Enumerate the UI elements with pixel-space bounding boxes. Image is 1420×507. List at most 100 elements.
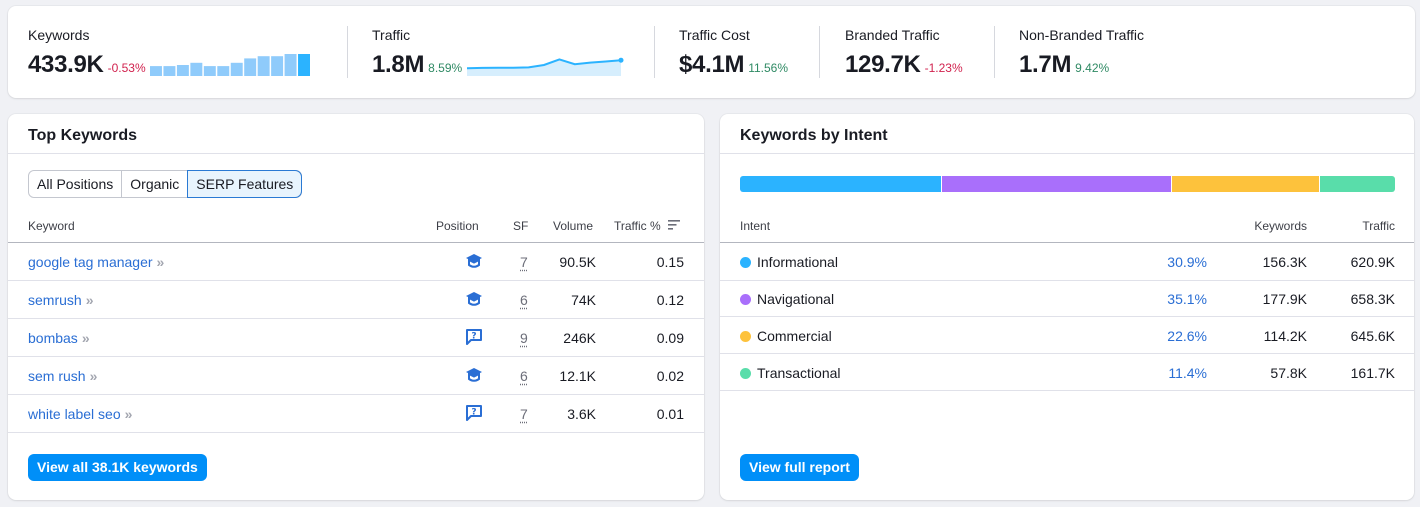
graduation-cap-icon[interactable] <box>465 252 483 270</box>
metric-value: 433.9K <box>28 51 104 78</box>
keyword-link[interactable]: sem rush <box>28 368 86 384</box>
question-bubble-icon[interactable]: ? <box>465 404 483 422</box>
column-header-traffic[interactable]: Traffic % <box>614 218 681 234</box>
tab-serp-features[interactable]: SERP Features <box>187 170 303 198</box>
sparkbar <box>297 54 310 76</box>
top-keywords-panel: Top Keywords All Positions Organic SERP … <box>8 114 704 500</box>
metric-branded-traffic[interactable]: Branded Traffic 129.7K -1.23% <box>845 26 963 84</box>
keyword-link[interactable]: semrush <box>28 292 82 308</box>
metric-divider <box>994 26 995 78</box>
graduation-cap-icon[interactable] <box>465 290 483 308</box>
svg-text:?: ? <box>471 408 476 418</box>
keyword-link[interactable]: white label seo <box>28 406 121 422</box>
column-header-keywords[interactable]: Keywords <box>1254 218 1307 234</box>
intent-share-link[interactable]: 35.1% <box>1167 290 1207 308</box>
sparkbar <box>216 66 229 76</box>
sparkbar <box>149 66 162 76</box>
column-header-volume[interactable]: Volume <box>553 218 593 234</box>
column-header-keyword[interactable]: Keyword <box>28 218 75 234</box>
metric-label: Keywords <box>28 27 90 43</box>
double-chevron-right-icon[interactable]: » <box>86 292 94 308</box>
sort-descending-icon[interactable] <box>667 219 681 231</box>
table-row: Transactional 11.4% 57.8K 161.7K <box>720 354 1414 391</box>
keywords-sparkbar-chart <box>149 54 310 76</box>
metric-divider <box>819 26 820 78</box>
serp-features-count[interactable]: 7 <box>520 406 528 422</box>
traffic-percent-value: 0.09 <box>656 330 684 346</box>
divider <box>8 153 704 154</box>
intent-traffic-value: 658.3K <box>1350 291 1395 307</box>
table-row: google tag manager» 7 90.5K 0.15 <box>8 243 704 281</box>
question-bubble-icon[interactable]: ? <box>465 328 483 346</box>
column-header-traffic-label: Traffic % <box>614 219 661 233</box>
traffic-percent-value: 0.15 <box>656 254 684 270</box>
position-filter-tabs: All Positions Organic SERP Features <box>28 170 303 198</box>
serp-features-count[interactable]: 9 <box>520 330 528 346</box>
traffic-percent-value: 0.12 <box>656 292 684 308</box>
sparkline-end-point <box>618 57 624 63</box>
graduation-cap-icon[interactable] <box>465 366 483 384</box>
serp-features-count[interactable]: 6 <box>520 368 528 384</box>
metric-label: Traffic <box>372 27 411 43</box>
intent-share-link[interactable]: 22.6% <box>1167 327 1207 345</box>
metric-delta: 9.42% <box>1075 61 1110 75</box>
table-row: sem rush» 6 12.1K 0.02 <box>8 357 704 395</box>
metric-keywords[interactable]: Keywords 433.9K -0.53% <box>28 26 310 84</box>
volume-value: 74K <box>571 292 596 308</box>
intent-segment-transactional[interactable] <box>1320 176 1395 192</box>
intent-distribution-bar <box>740 176 1395 192</box>
sparkbar <box>190 62 202 76</box>
volume-value: 12.1K <box>559 368 596 384</box>
metric-value: $4.1M <box>679 51 745 78</box>
view-all-keywords-button[interactable]: View all 38.1K keywords <box>28 454 207 481</box>
transactional-dot-icon <box>740 368 751 379</box>
serp-features-count[interactable]: 6 <box>520 292 528 308</box>
intent-keywords-value: 57.8K <box>1270 365 1307 381</box>
intent-share-link[interactable]: 30.9% <box>1167 253 1207 271</box>
sparkbar <box>243 58 256 76</box>
metric-value: 1.7M <box>1019 51 1072 78</box>
column-header-position[interactable]: Position <box>436 218 479 234</box>
table-row: Commercial 22.6% 114.2K 645.6K <box>720 317 1414 354</box>
volume-value: 90.5K <box>559 254 596 270</box>
double-chevron-right-icon[interactable]: » <box>82 330 90 346</box>
informational-dot-icon <box>740 257 751 268</box>
metric-delta: -0.53% <box>107 61 146 75</box>
keyword-link[interactable]: bombas <box>28 330 78 346</box>
sparkbar <box>230 62 243 76</box>
traffic-sparkline-chart <box>467 57 624 76</box>
sparkbar <box>163 66 176 76</box>
metric-value: 129.7K <box>845 51 921 78</box>
intent-keywords-value: 114.2K <box>1263 328 1307 344</box>
sparkbar <box>203 66 216 76</box>
column-header-sf[interactable]: SF <box>513 218 528 234</box>
column-header-traffic[interactable]: Traffic <box>1362 218 1395 234</box>
summary-card: Keywords 433.9K -0.53% Traffic 1.8M 8.59… <box>8 6 1415 98</box>
panel-title: Keywords by Intent <box>740 127 888 144</box>
view-full-report-button[interactable]: View full report <box>740 454 859 481</box>
metric-label: Traffic Cost <box>679 27 750 43</box>
double-chevron-right-icon[interactable]: » <box>90 368 98 384</box>
metric-traffic[interactable]: Traffic 1.8M 8.59% <box>372 26 626 84</box>
volume-value: 3.6K <box>567 406 596 422</box>
tab-all-positions[interactable]: All Positions <box>29 171 123 197</box>
intent-traffic-value: 645.6K <box>1350 328 1395 344</box>
serp-features-count[interactable]: 7 <box>520 254 528 270</box>
double-chevron-right-icon[interactable]: » <box>157 254 165 270</box>
metric-traffic-cost[interactable]: Traffic Cost $4.1M 11.56% <box>679 26 788 84</box>
intent-traffic-value: 161.7K <box>1350 365 1395 381</box>
metric-non-branded-traffic[interactable]: Non-Branded Traffic 1.7M 9.42% <box>1019 26 1144 84</box>
intent-share-link[interactable]: 11.4% <box>1168 364 1207 382</box>
intent-keywords-value: 177.9K <box>1262 291 1307 307</box>
intent-segment-commercial[interactable] <box>1172 176 1321 192</box>
intent-segment-informational[interactable] <box>740 176 943 192</box>
double-chevron-right-icon[interactable]: » <box>125 406 133 422</box>
intent-segment-navigational[interactable] <box>942 176 1173 192</box>
metric-delta: 11.56% <box>748 61 789 75</box>
tab-organic[interactable]: Organic <box>122 171 189 197</box>
sparkbar <box>257 56 270 76</box>
keyword-link[interactable]: google tag manager <box>28 254 153 270</box>
table-row: bombas» ? 9 246K 0.09 <box>8 319 704 357</box>
metric-label: Branded Traffic <box>845 27 940 43</box>
metric-value: 1.8M <box>372 51 425 78</box>
